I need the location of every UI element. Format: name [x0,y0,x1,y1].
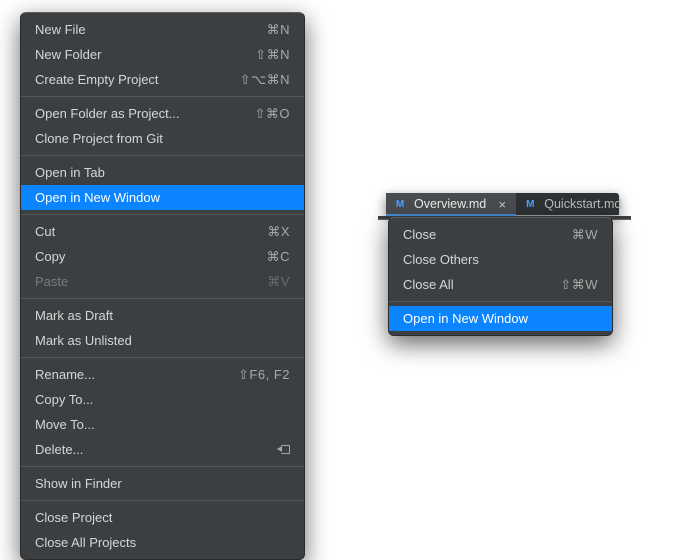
tab-overview[interactable]: M Overview.md × [386,193,516,215]
menu-item-shortcut: ⇧⌘O [254,106,290,122]
menu-item-label: Move To... [35,417,290,432]
menu-item-label: New Folder [35,47,231,62]
markdown-file-icon: M [392,196,408,212]
menu-item-close-others[interactable]: Close Others [389,247,612,272]
menu-item-shortcut: ⌘W [572,227,598,243]
menu-separator [389,301,612,302]
menu-item-close[interactable]: Close ⌘W [389,222,612,247]
menu-separator [21,214,304,215]
close-icon[interactable]: × [496,198,508,210]
menu-item-shortcut: ⌘N [267,22,290,38]
menu-item-shortcut: ⇧⌥⌘N [240,72,290,88]
menu-item-label: Close All Projects [35,535,290,550]
menu-item-label: Show in Finder [35,476,290,491]
menu-item-shortcut: ⌘C [267,249,290,265]
menu-item-shortcut: ⇧⌘N [255,47,290,63]
menu-separator [21,357,304,358]
menu-item-label: Close Others [403,252,598,267]
menu-item-label: Copy To... [35,392,290,407]
menu-item-label: Clone Project from Git [35,131,290,146]
editor-tabstrip: M Overview.md × M Quickstart.md [386,193,619,215]
menu-item-shortcut: ⌘V [267,274,290,290]
menu-item-open-in-tab[interactable]: Open in Tab [21,160,304,185]
project-context-menu: New File ⌘N New Folder ⇧⌘N Create Empty … [20,12,305,560]
menu-item-shortcut: ⌘X [267,224,290,240]
menu-item-clone-from-git[interactable]: Clone Project from Git [21,126,304,151]
menu-item-create-empty-project[interactable]: Create Empty Project ⇧⌥⌘N [21,67,304,92]
markdown-file-icon: M [522,196,538,212]
menu-separator [21,500,304,501]
menu-item-copy[interactable]: Copy ⌘C [21,244,304,269]
menu-item-copy-to[interactable]: Copy To... [21,387,304,412]
menu-item-label: Open in New Window [35,190,290,205]
menu-item-new-folder[interactable]: New Folder ⇧⌘N [21,42,304,67]
menu-item-label: Copy [35,249,243,264]
menu-item-label: Open Folder as Project... [35,106,230,121]
menu-item-label: Open in Tab [35,165,290,180]
menu-item-mark-as-draft[interactable]: Mark as Draft [21,303,304,328]
menu-item-close-all[interactable]: Close All ⇧⌘W [389,272,612,297]
menu-item-open-folder-as-project[interactable]: Open Folder as Project... ⇧⌘O [21,101,304,126]
menu-item-open-in-new-window[interactable]: Open in New Window [389,306,612,331]
menu-item-shortcut: ⇧F6, F2 [238,367,290,383]
menu-item-label: Close Project [35,510,290,525]
menu-item-label: New File [35,22,243,37]
menu-item-label: Create Empty Project [35,72,216,87]
menu-separator [21,155,304,156]
menu-item-cut[interactable]: Cut ⌘X [21,219,304,244]
backspace-icon [278,442,290,457]
menu-item-delete[interactable]: Delete... [21,437,304,462]
menu-item-shortcut: ⇧⌘W [560,277,598,293]
menu-item-close-all-projects[interactable]: Close All Projects [21,530,304,555]
menu-item-move-to[interactable]: Move To... [21,412,304,437]
menu-separator [21,466,304,467]
menu-item-label: Open in New Window [403,311,598,326]
menu-item-mark-as-unlisted[interactable]: Mark as Unlisted [21,328,304,353]
menu-item-label: Paste [35,274,243,289]
menu-item-close-project[interactable]: Close Project [21,505,304,530]
menu-item-label: Close [403,227,548,242]
menu-item-label: Cut [35,224,243,239]
tab-quickstart[interactable]: M Quickstart.md [516,193,629,215]
menu-item-show-in-finder[interactable]: Show in Finder [21,471,304,496]
menu-item-label: Close All [403,277,536,292]
tab-context-menu: Close ⌘W Close Others Close All ⇧⌘W Open… [388,217,613,336]
menu-separator [21,96,304,97]
menu-item-label: Delete... [35,442,254,457]
menu-item-rename[interactable]: Rename... ⇧F6, F2 [21,362,304,387]
menu-separator [21,298,304,299]
menu-item-new-file[interactable]: New File ⌘N [21,17,304,42]
menu-item-label: Mark as Unlisted [35,333,290,348]
menu-item-label: Mark as Draft [35,308,290,323]
menu-item-label: Rename... [35,367,214,382]
menu-item-open-in-new-window[interactable]: Open in New Window [21,185,304,210]
tab-label: Overview.md [414,197,486,211]
tab-label: Quickstart.md [544,197,621,211]
menu-item-paste: Paste ⌘V [21,269,304,294]
